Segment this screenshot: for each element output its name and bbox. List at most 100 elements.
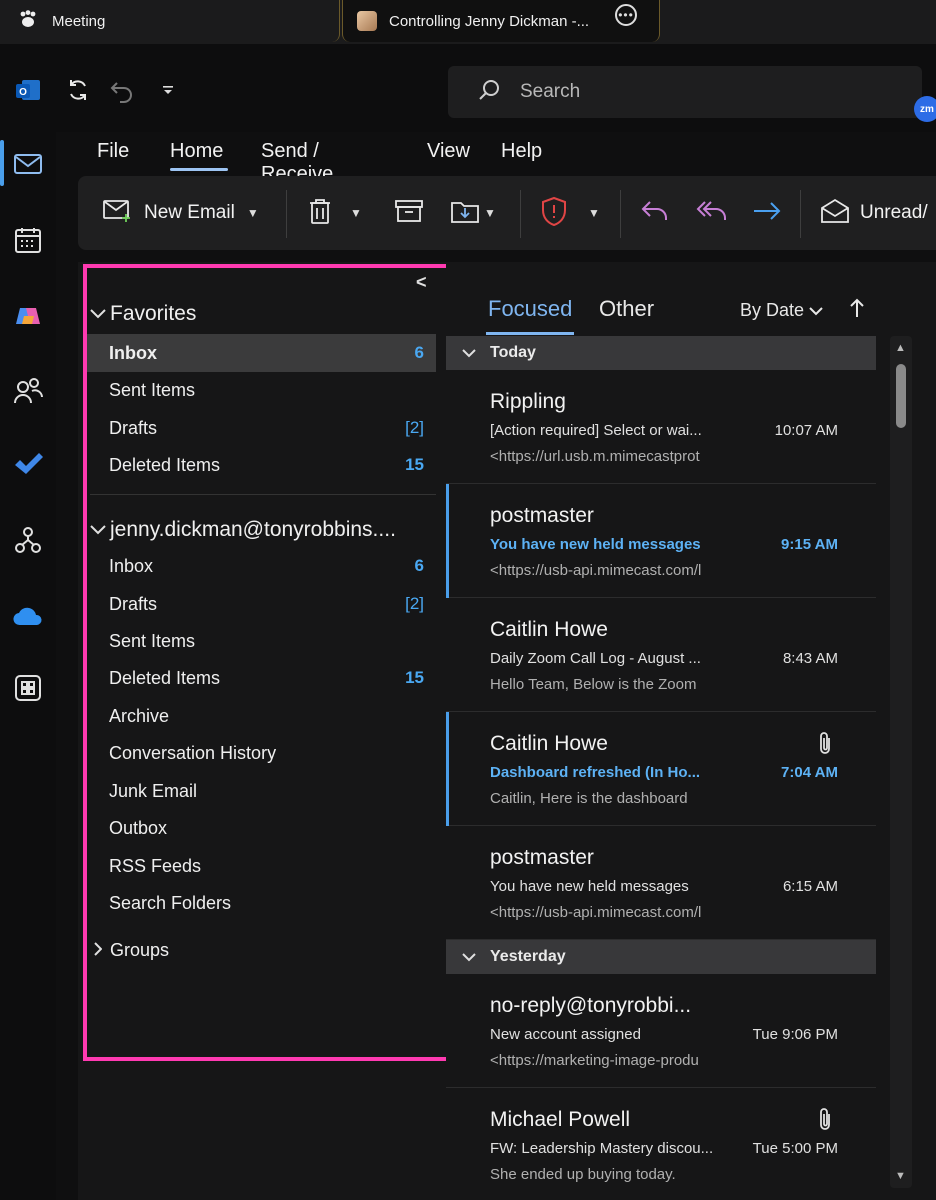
menu-file[interactable]: File [97, 140, 129, 163]
calendar-icon[interactable] [12, 224, 44, 256]
more-apps-icon[interactable] [12, 672, 44, 704]
scroll-up-icon[interactable]: ▲ [895, 342, 906, 354]
group-header-yesterday[interactable]: Yesterday [446, 940, 876, 974]
forward-button[interactable] [752, 198, 782, 228]
onedrive-icon[interactable] [12, 600, 44, 632]
search-box[interactable]: Search [448, 66, 922, 118]
message-list-scrollbar[interactable]: ▲ ▼ [890, 336, 912, 1188]
attachment-icon [818, 730, 832, 761]
report-button[interactable]: ▼ [540, 196, 600, 228]
folder-favorites-sent[interactable]: Sent Items [86, 371, 436, 409]
group-label: Today [490, 344, 536, 361]
archive-button[interactable] [394, 198, 424, 228]
people-icon[interactable] [12, 374, 44, 406]
folder-label: RSS Feeds [109, 855, 202, 876]
draft-count: [2] [405, 594, 424, 613]
message-subject: You have new held messages [490, 878, 689, 895]
message-item[interactable]: Rippling [Action required] Select or wai… [446, 370, 876, 484]
outlook-logo-icon: O [14, 76, 42, 104]
folder-outbox[interactable]: Outbox [86, 809, 436, 847]
unread-read-label: Unread/ [860, 202, 928, 223]
message-item[interactable]: Michael Powell FW: Leadership Mastery di… [446, 1088, 876, 1200]
customize-toolbar-icon[interactable] [154, 76, 182, 104]
move-to-folder-icon [450, 198, 480, 229]
folder-favorites-drafts[interactable]: Drafts [2] [86, 409, 436, 447]
menu-help[interactable]: Help [501, 140, 542, 163]
unread-count: 15 [405, 455, 424, 474]
message-sender: no-reply@tonyrobbi... [490, 994, 692, 1017]
message-time: 8:43 AM [782, 650, 838, 667]
account-header[interactable]: jenny.dickman@tonyrobbins.... [90, 518, 396, 542]
chevron-right-icon [94, 942, 108, 959]
tab-controlling-label: Controlling Jenny Dickman -... [389, 12, 590, 30]
reply-all-button[interactable] [696, 198, 728, 228]
message-item[interactable]: Caitlin Howe Dashboard refreshed (In Ho.… [446, 712, 876, 826]
message-sender: Rippling [490, 390, 566, 413]
mail-icon[interactable] [12, 148, 44, 180]
message-sender: postmaster [490, 504, 594, 527]
app-rail [0, 132, 56, 1200]
folder-rss-feeds[interactable]: RSS Feeds [86, 847, 436, 885]
chevron-down-icon[interactable]: ▼ [484, 206, 496, 220]
unread-count: 6 [414, 556, 424, 575]
new-email-button[interactable]: New Email ▼ [102, 198, 259, 228]
folder-sent-items[interactable]: Sent Items [86, 622, 436, 660]
folder-favorites-inbox[interactable]: Inbox 6 [86, 334, 436, 372]
sort-dropdown[interactable]: By Date [740, 300, 823, 321]
copilot-icon[interactable] [12, 300, 44, 332]
tab-other[interactable]: Other [599, 296, 654, 322]
collapse-pane-icon[interactable]: < [416, 272, 427, 293]
folder-favorites-deleted[interactable]: Deleted Items 15 [86, 446, 436, 484]
tab-meeting[interactable]: Meeting [0, 0, 340, 42]
chevron-down-icon[interactable]: ▼ [350, 206, 362, 220]
search-input[interactable]: Search [520, 81, 580, 103]
group-header-today[interactable]: Today [446, 336, 876, 370]
favorites-header[interactable]: Favorites [90, 302, 196, 326]
folder-junk-email[interactable]: Junk Email [86, 772, 436, 810]
sort-direction-icon[interactable] [850, 298, 864, 324]
menu-home[interactable]: Home [170, 140, 223, 163]
move-button[interactable]: ▼ [450, 198, 496, 228]
zoom-badge[interactable]: zm [914, 96, 936, 122]
folder-archive[interactable]: Archive [86, 697, 436, 735]
scroll-down-icon[interactable]: ▼ [895, 1170, 906, 1182]
ribbon-divider [620, 190, 621, 238]
org-chart-icon[interactable] [12, 524, 44, 556]
group-label: Yesterday [490, 948, 566, 965]
favorites-label: Favorites [110, 302, 197, 325]
tab-controlling[interactable]: Controlling Jenny Dickman -... ••• [342, 0, 660, 42]
menu-home-underline [170, 168, 228, 171]
folder-label: Archive [109, 705, 170, 726]
message-item[interactable]: no-reply@tonyrobbi... New account assign… [446, 974, 876, 1088]
reply-button[interactable] [640, 198, 670, 228]
message-item[interactable]: Caitlin Howe Daily Zoom Call Log - Augus… [446, 598, 876, 712]
message-time: 9:15 AM [781, 536, 838, 553]
delete-button[interactable]: ▼ [308, 198, 362, 228]
tab-focused[interactable]: Focused [488, 296, 572, 322]
unread-read-button[interactable]: Unread/ [820, 198, 928, 228]
scroll-thumb[interactable] [896, 364, 906, 428]
folder-label: Sent Items [109, 630, 196, 651]
message-subject: You have new held messages [490, 536, 701, 553]
ribbon-divider [520, 190, 521, 238]
message-preview: Hello Team, Below is the Zoom [490, 676, 697, 693]
groups-header[interactable]: Groups [90, 940, 169, 961]
menu-view[interactable]: View [427, 140, 470, 163]
chevron-down-icon[interactable]: ▼ [588, 206, 600, 220]
message-time: 6:15 AM [782, 878, 838, 895]
folder-search-folders[interactable]: Search Folders [86, 884, 436, 922]
undo-icon[interactable] [108, 76, 136, 104]
folder-conversation-history[interactable]: Conversation History [86, 734, 436, 772]
message-item[interactable]: postmaster You have new held messages <h… [446, 484, 876, 598]
window-tab-bar: Meeting Controlling Jenny Dickman -... •… [0, 0, 936, 44]
folder-deleted-items[interactable]: Deleted Items 15 [86, 659, 436, 697]
tab-focused-underline [486, 332, 574, 335]
folder-drafts[interactable]: Drafts [2] [86, 585, 436, 623]
chevron-down-icon[interactable]: ▼ [247, 206, 259, 220]
sync-icon[interactable] [64, 76, 92, 104]
folder-inbox[interactable]: Inbox 6 [86, 547, 436, 585]
more-options-icon[interactable]: ••• [615, 4, 637, 26]
envelope-open-icon [820, 198, 850, 229]
todo-icon[interactable] [12, 448, 44, 480]
message-item[interactable]: postmaster You have new held messages <h… [446, 826, 876, 940]
